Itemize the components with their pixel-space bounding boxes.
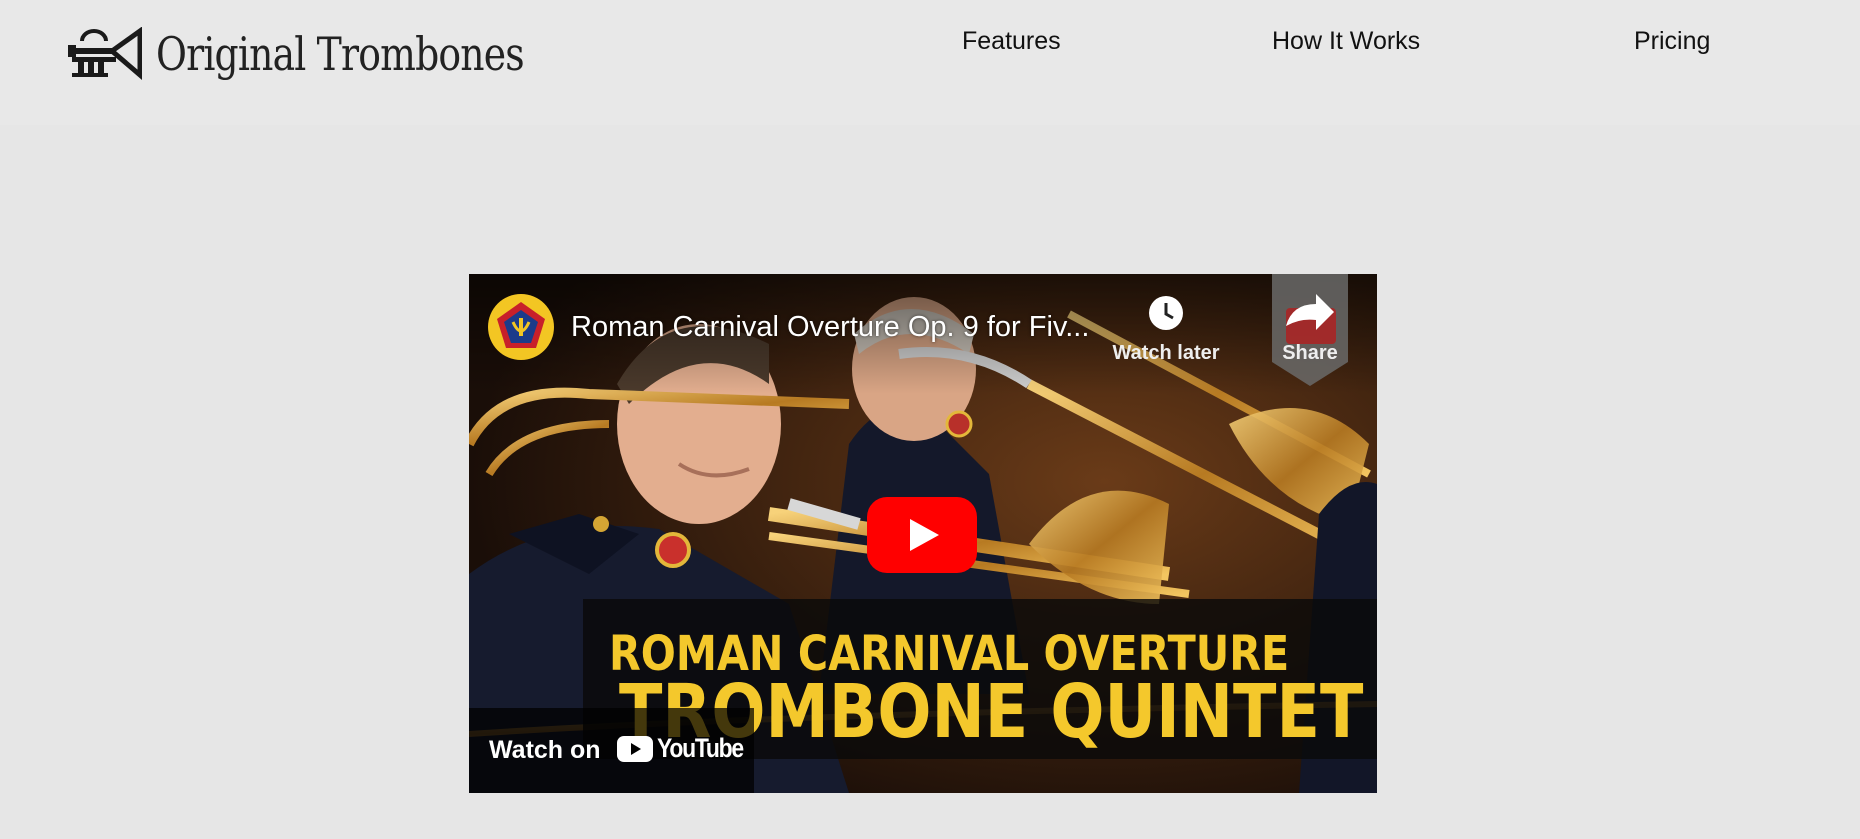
nav-features[interactable]: Features — [962, 27, 1061, 56]
youtube-play-icon — [617, 735, 653, 762]
brand-logo[interactable]: Original Trombones — [68, 22, 605, 86]
share-label: Share — [1282, 342, 1338, 364]
watch-on-youtube-button[interactable]: Watch on YouTube — [469, 708, 754, 793]
youtube-embed[interactable]: Roman Carnival Overture Op. 9 for Fiv...… — [469, 274, 1377, 793]
share-button[interactable]: Share — [1272, 274, 1348, 386]
clock-icon — [1149, 296, 1183, 330]
watch-later-button[interactable]: Watch later — [1106, 294, 1226, 365]
play-button[interactable] — [867, 497, 977, 573]
youtube-wordmark: YouTube — [657, 733, 744, 763]
watch-on-label: Watch on — [489, 736, 601, 764]
share-icon — [1272, 274, 1348, 386]
trumpet-icon — [68, 27, 142, 81]
video-title[interactable]: Roman Carnival Overture Op. 9 for Fiv... — [571, 311, 1089, 344]
nav-pricing[interactable]: Pricing — [1634, 27, 1710, 56]
channel-avatar[interactable] — [488, 294, 554, 360]
brand-name: Original Trombones — [156, 27, 525, 81]
site-header: Original Trombones Features How It Works… — [0, 0, 1860, 125]
watch-later-label: Watch later — [1112, 342, 1220, 364]
nav-how-it-works[interactable]: How It Works — [1272, 27, 1420, 56]
youtube-logo: YouTube — [617, 733, 758, 764]
